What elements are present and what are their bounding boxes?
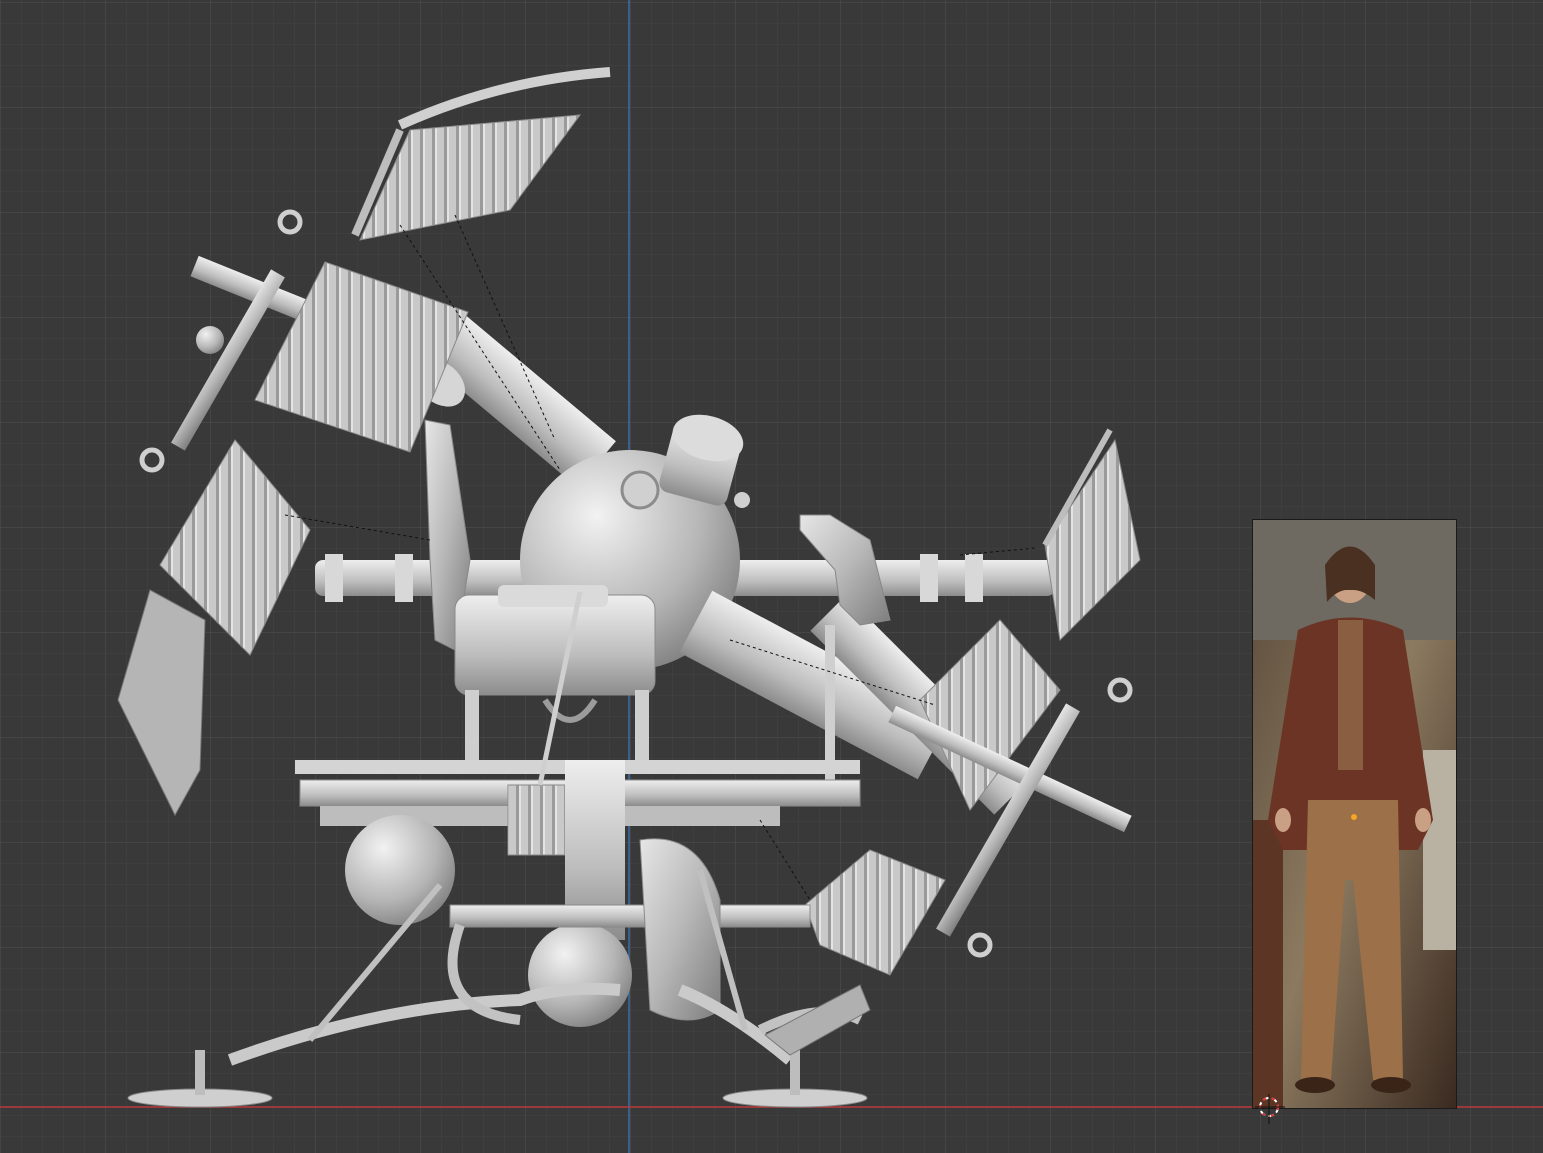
louver-panel-right-top[interactable] xyxy=(1042,428,1141,642)
louver-panel-top[interactable] xyxy=(351,67,611,241)
character-reference-photo[interactable] xyxy=(1252,519,1457,1109)
3d-cursor-icon[interactable] xyxy=(1255,1094,1285,1124)
louver-panel-left[interactable] xyxy=(117,439,311,817)
louver-panel-right-bottom[interactable] xyxy=(804,849,946,976)
3d-viewport[interactable] xyxy=(0,0,1543,1153)
